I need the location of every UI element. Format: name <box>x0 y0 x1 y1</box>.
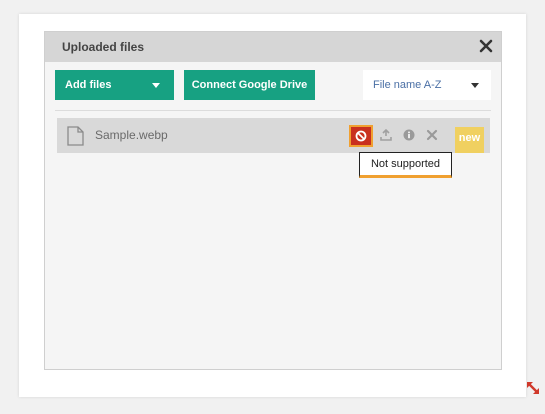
blocked-icon <box>355 130 367 142</box>
chevron-down-icon <box>471 83 479 88</box>
divider <box>55 110 491 111</box>
dialog-header: Uploaded files <box>45 32 501 62</box>
remove-file-button[interactable] <box>423 118 443 153</box>
add-files-label: Add files <box>65 79 112 91</box>
new-badge: new <box>455 127 484 153</box>
toolbar: Add files Connect Google Drive File name… <box>55 70 491 100</box>
dialog-title: Uploaded files <box>62 40 145 54</box>
file-icon <box>67 126 84 146</box>
sort-dropdown[interactable]: File name A-Z <box>363 70 491 100</box>
close-icon <box>426 129 438 141</box>
resize-arrow-icon <box>527 382 539 394</box>
info-icon <box>403 129 415 141</box>
chevron-down-icon <box>152 83 160 88</box>
connect-google-drive-button[interactable]: Connect Google Drive <box>184 70 315 100</box>
close-icon[interactable] <box>479 39 493 53</box>
not-supported-button[interactable] <box>349 125 373 147</box>
file-row[interactable]: Sample.webp new <box>57 118 490 153</box>
not-supported-tooltip: Not supported <box>359 152 452 178</box>
upload-button[interactable] <box>377 118 397 153</box>
upload-icon <box>380 129 392 141</box>
sort-value: File name A-Z <box>373 79 442 91</box>
file-name: Sample.webp <box>95 128 168 142</box>
info-button[interactable] <box>400 118 420 153</box>
add-files-button[interactable]: Add files <box>55 70 174 100</box>
resize-handle-icon[interactable] <box>525 380 541 396</box>
uploaded-files-dialog: Uploaded files Add files Connect Google … <box>44 31 539 394</box>
